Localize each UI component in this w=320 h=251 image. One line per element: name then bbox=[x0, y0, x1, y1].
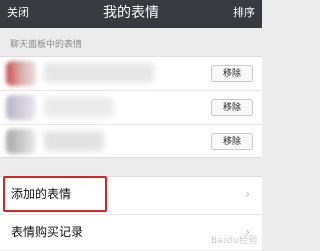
sticker-name-blurred bbox=[44, 63, 154, 83]
sticker-thumbnail bbox=[6, 129, 36, 154]
highlight-box bbox=[3, 176, 107, 212]
sticker-thumbnail bbox=[6, 61, 36, 86]
sticker-row: 移除 bbox=[0, 57, 262, 90]
sort-button[interactable]: 排序 bbox=[233, 6, 255, 20]
remove-button[interactable]: 移除 bbox=[211, 99, 253, 116]
remove-button[interactable]: 移除 bbox=[211, 65, 253, 82]
menu-item-label: 表情购买记录 bbox=[11, 225, 84, 239]
navigation-bar: 关闭 我的表情 排序 bbox=[0, 0, 262, 28]
sticker-name-blurred bbox=[44, 131, 104, 151]
sticker-list: 移除 移除 移除 bbox=[0, 56, 262, 158]
watermark: Baidu经验 bbox=[210, 236, 258, 246]
sticker-thumbnail bbox=[6, 95, 36, 120]
sticker-name-blurred bbox=[44, 97, 114, 117]
sticker-row: 移除 bbox=[0, 90, 262, 124]
page-title: 我的表情 bbox=[103, 5, 159, 21]
remove-button[interactable]: 移除 bbox=[211, 133, 253, 150]
sticker-row: 移除 bbox=[0, 124, 262, 158]
section-header: 聊天面板中的表情 bbox=[10, 40, 83, 50]
chevron-right-icon: › bbox=[245, 187, 250, 201]
